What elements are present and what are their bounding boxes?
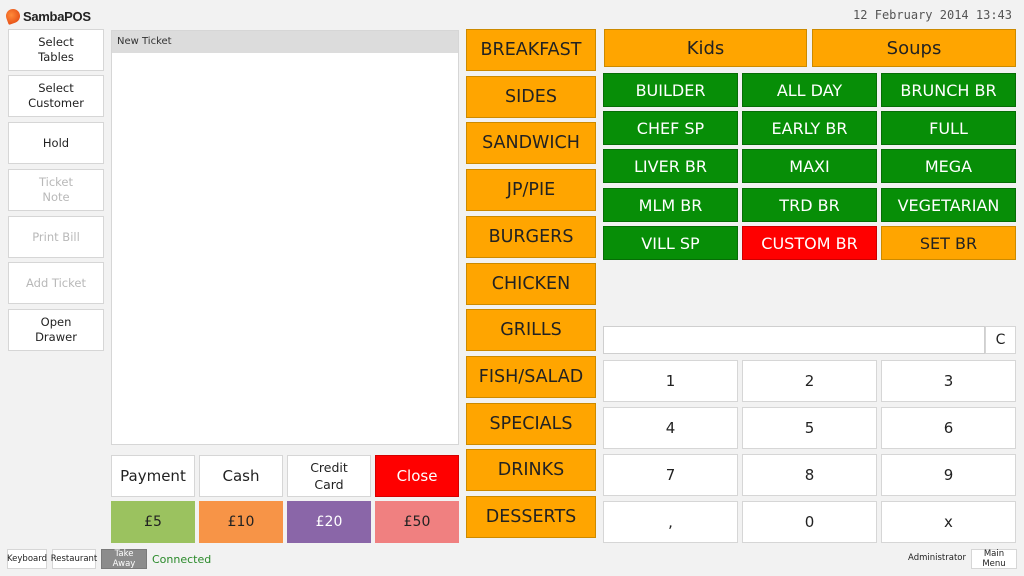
category-specials[interactable]: SPECIALS bbox=[466, 403, 596, 445]
menu-item-set-br[interactable]: SET BR bbox=[881, 226, 1016, 260]
payment-button[interactable]: Payment bbox=[111, 455, 195, 497]
category-breakfast[interactable]: BREAKFAST bbox=[466, 29, 596, 71]
ticket-note-button[interactable]: Ticket Note bbox=[8, 169, 104, 211]
ticket-title: New Ticket bbox=[112, 31, 458, 53]
category-desserts[interactable]: DESSERTS bbox=[466, 496, 596, 538]
credit-card-button[interactable]: Credit Card bbox=[287, 455, 371, 497]
numpad-key-5[interactable]: 5 bbox=[742, 407, 877, 449]
open-drawer-button[interactable]: Open Drawer bbox=[8, 309, 104, 351]
category-drinks[interactable]: DRINKS bbox=[466, 449, 596, 491]
date-time: 12 February 2014 13:43 bbox=[853, 8, 1012, 22]
numpad-key-3[interactable]: 3 bbox=[881, 360, 1016, 402]
brand-name: SambaPOS bbox=[23, 8, 91, 24]
menu-item-maxi[interactable]: MAXI bbox=[742, 149, 877, 183]
menu-item-builder[interactable]: BUILDER bbox=[603, 73, 738, 107]
menu-item-vill-sp[interactable]: VILL SP bbox=[603, 226, 738, 260]
category-jp-pie[interactable]: JP/PIE bbox=[466, 169, 596, 211]
numpad-key-9[interactable]: 9 bbox=[881, 454, 1016, 496]
restaurant-button[interactable]: Restaurant bbox=[51, 549, 97, 569]
menu-item-full[interactable]: FULL bbox=[881, 111, 1016, 145]
select-customer-button[interactable]: Select Customer bbox=[8, 75, 104, 117]
connection-status: Connected bbox=[152, 553, 212, 566]
category-fish-salad[interactable]: FISH/SALAD bbox=[466, 356, 596, 398]
keyboard-button[interactable]: Keyboard bbox=[7, 549, 47, 569]
hold-button[interactable]: Hold bbox=[8, 122, 104, 164]
user-name: Administrator bbox=[908, 553, 966, 563]
menu-item-brunch-br[interactable]: BRUNCH BR bbox=[881, 73, 1016, 107]
numpad-key-2[interactable]: 2 bbox=[742, 360, 877, 402]
print-bill-button[interactable]: Print Bill bbox=[8, 216, 104, 258]
menu-item-chef-sp[interactable]: CHEF SP bbox=[603, 111, 738, 145]
main-menu-button[interactable]: Main Menu bbox=[971, 549, 1017, 569]
menu-item-liver-br[interactable]: LIVER BR bbox=[603, 149, 738, 183]
flame-icon bbox=[4, 7, 22, 25]
category-sandwich[interactable]: SANDWICH bbox=[466, 122, 596, 164]
category-burgers[interactable]: BURGERS bbox=[466, 216, 596, 258]
category-chicken[interactable]: CHICKEN bbox=[466, 263, 596, 305]
menu-item-mlm-br[interactable]: MLM BR bbox=[603, 188, 738, 222]
numpad-key-multiply[interactable]: x bbox=[881, 501, 1016, 543]
menu-item-early-br[interactable]: EARLY BR bbox=[742, 111, 877, 145]
numpad-clear-button[interactable]: C bbox=[985, 326, 1016, 354]
cash-10-button[interactable]: £10 bbox=[199, 501, 283, 543]
category-kids[interactable]: Kids bbox=[604, 29, 807, 67]
select-tables-button[interactable]: Select Tables bbox=[8, 29, 104, 71]
cash-button[interactable]: Cash bbox=[199, 455, 283, 497]
numpad-key-6[interactable]: 6 bbox=[881, 407, 1016, 449]
menu-item-trd-br[interactable]: TRD BR bbox=[742, 188, 877, 222]
numpad-key-7[interactable]: 7 bbox=[603, 454, 738, 496]
numpad-key-0[interactable]: 0 bbox=[742, 501, 877, 543]
ticket-panel[interactable]: New Ticket bbox=[111, 30, 459, 445]
category-grills[interactable]: GRILLS bbox=[466, 309, 596, 351]
category-soups[interactable]: Soups bbox=[812, 29, 1016, 67]
cash-5-button[interactable]: £5 bbox=[111, 501, 195, 543]
take-away-button[interactable]: Take Away bbox=[101, 549, 147, 569]
add-ticket-button[interactable]: Add Ticket bbox=[8, 262, 104, 304]
cash-20-button[interactable]: £20 bbox=[287, 501, 371, 543]
sambapos-logo: SambaPOS bbox=[4, 6, 91, 26]
numpad-key-4[interactable]: 4 bbox=[603, 407, 738, 449]
numpad-key-comma[interactable]: , bbox=[603, 501, 738, 543]
menu-item-custom-br[interactable]: CUSTOM BR bbox=[742, 226, 877, 260]
close-button[interactable]: Close bbox=[375, 455, 459, 497]
numpad-key-1[interactable]: 1 bbox=[603, 360, 738, 402]
numpad-input[interactable] bbox=[603, 326, 985, 354]
menu-item-mega[interactable]: MEGA bbox=[881, 149, 1016, 183]
menu-item-all-day[interactable]: ALL DAY bbox=[742, 73, 877, 107]
menu-item-vegetarian[interactable]: VEGETARIAN bbox=[881, 188, 1016, 222]
cash-50-button[interactable]: £50 bbox=[375, 501, 459, 543]
category-sides[interactable]: SIDES bbox=[466, 76, 596, 118]
numpad-key-8[interactable]: 8 bbox=[742, 454, 877, 496]
